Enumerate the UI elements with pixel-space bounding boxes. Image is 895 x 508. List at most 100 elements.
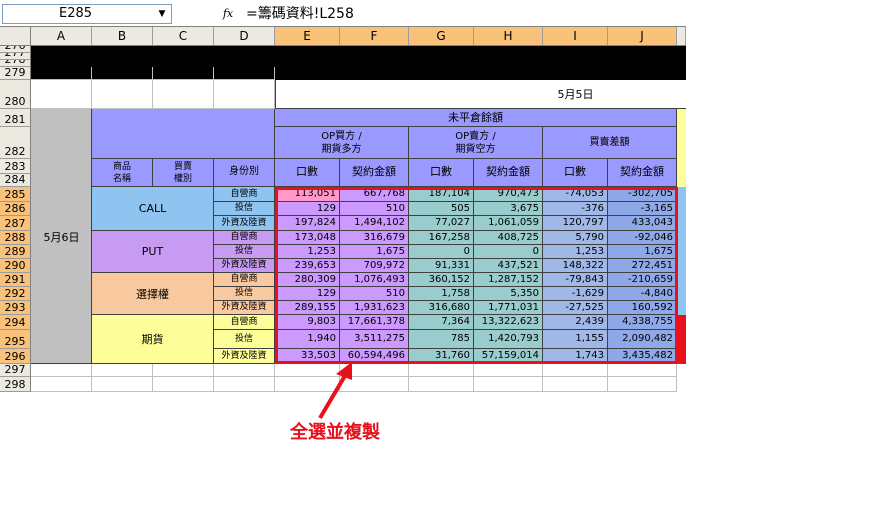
identity-cell: 投信 bbox=[214, 245, 275, 259]
date-top-label: 5月5日 bbox=[557, 88, 594, 101]
identity-cell: 自營商 bbox=[214, 273, 275, 287]
select-all-corner[interactable] bbox=[0, 27, 31, 46]
row-header-289[interactable]: 289 bbox=[0, 245, 31, 259]
identity-cell: 自營商 bbox=[214, 187, 275, 202]
empty-cell[interactable] bbox=[608, 377, 677, 392]
empty-cell[interactable] bbox=[474, 364, 543, 377]
empty-cell[interactable] bbox=[31, 377, 92, 392]
empty-cell[interactable] bbox=[409, 377, 474, 392]
row-header-282[interactable]: 282 bbox=[0, 127, 31, 159]
row-header-278[interactable]: 278 bbox=[0, 60, 31, 67]
row-header-287[interactable]: 287 bbox=[0, 216, 31, 231]
empty-cell[interactable] bbox=[31, 80, 92, 109]
col-amount-header: 契約金額 bbox=[340, 159, 409, 187]
empty-cell[interactable] bbox=[31, 364, 92, 377]
empty-cell[interactable] bbox=[214, 80, 275, 109]
identity-cell: 自營商 bbox=[214, 315, 275, 330]
column-header-h[interactable]: H bbox=[474, 27, 543, 46]
row-header-281[interactable]: 281 bbox=[0, 109, 31, 127]
row-header-297[interactable]: 297 bbox=[0, 364, 31, 377]
date-left-label: 5月6日 bbox=[43, 231, 80, 244]
name-box[interactable]: E285 bbox=[2, 4, 172, 24]
col-amount-header: 契約金額 bbox=[474, 159, 543, 187]
col-qty-header: 口數 bbox=[409, 159, 474, 187]
identity-cell: 自營商 bbox=[214, 231, 275, 245]
identity-cell: 投信 bbox=[214, 330, 275, 349]
empty-cell[interactable] bbox=[214, 364, 275, 377]
col-k-cell bbox=[677, 349, 686, 364]
row-header-276[interactable]: 276 bbox=[0, 46, 31, 53]
col-amount-header: 契約金額 bbox=[608, 159, 677, 187]
empty-cell[interactable] bbox=[474, 377, 543, 392]
col-qty-header: 口數 bbox=[543, 159, 608, 187]
col-k-cell bbox=[677, 301, 686, 315]
product-cell-1: PUT bbox=[92, 231, 214, 273]
column-header-d[interactable]: D bbox=[214, 27, 275, 46]
col-qty-header: 口數 bbox=[275, 159, 340, 187]
row-header-291[interactable]: 291 bbox=[0, 273, 31, 287]
identity-cell: 外資及陸資 bbox=[214, 216, 275, 231]
group-header-buy: OP買方 / 期貨多方 bbox=[275, 127, 409, 159]
row-header-292[interactable]: 292 bbox=[0, 287, 31, 301]
row-header-295[interactable]: 295 bbox=[0, 330, 31, 349]
row-header-290[interactable]: 290 bbox=[0, 259, 31, 273]
row-header-296[interactable]: 296 bbox=[0, 349, 31, 364]
row-header-288[interactable]: 288 bbox=[0, 231, 31, 245]
empty-cell[interactable] bbox=[214, 67, 275, 80]
col-k-cell bbox=[677, 231, 686, 245]
identity-cell: 外資及陸資 bbox=[214, 301, 275, 315]
column-header-f[interactable]: F bbox=[340, 27, 409, 46]
empty-cell[interactable] bbox=[608, 364, 677, 377]
row-header-286[interactable]: 286 bbox=[0, 202, 31, 216]
column-header-i[interactable]: I bbox=[543, 27, 608, 46]
empty-cell[interactable] bbox=[153, 377, 214, 392]
row-header-293[interactable]: 293 bbox=[0, 301, 31, 315]
empty-cell[interactable] bbox=[409, 364, 474, 377]
empty-cell[interactable] bbox=[153, 67, 214, 80]
name-box-dropdown-icon[interactable]: ▼ bbox=[152, 4, 172, 24]
row-header-284[interactable]: 284 bbox=[0, 174, 31, 187]
empty-cell[interactable] bbox=[153, 80, 214, 109]
column-header-next[interactable] bbox=[677, 27, 686, 46]
row-header-283[interactable]: 283 bbox=[0, 159, 31, 174]
empty-cell[interactable] bbox=[92, 67, 153, 80]
product-cell-3: 期貨 bbox=[92, 315, 214, 364]
row-header-294[interactable]: 294 bbox=[0, 315, 31, 330]
date-row bbox=[275, 80, 686, 109]
empty-cell[interactable] bbox=[543, 377, 608, 392]
col-k-cell bbox=[677, 287, 686, 301]
column-header-j[interactable]: J bbox=[608, 27, 677, 46]
row-header-277[interactable]: 277 bbox=[0, 53, 31, 60]
product-cell-0: CALL bbox=[92, 187, 214, 231]
empty-cell[interactable] bbox=[153, 364, 214, 377]
col-k-strip bbox=[677, 109, 686, 187]
header-blank-block bbox=[92, 109, 275, 159]
col-k-cell bbox=[677, 315, 686, 330]
row-header-279[interactable]: 279 bbox=[0, 67, 31, 80]
group-header-diff: 買賣差額 bbox=[543, 127, 677, 159]
column-header-g[interactable]: G bbox=[409, 27, 474, 46]
empty-cell[interactable] bbox=[31, 67, 92, 80]
column-header-c[interactable]: C bbox=[153, 27, 214, 46]
product-cell-2: 選擇權 bbox=[92, 273, 214, 315]
empty-cell[interactable] bbox=[543, 364, 608, 377]
formula-input[interactable]: =籌碼資料!L258 bbox=[246, 4, 676, 24]
empty-cell[interactable] bbox=[92, 364, 153, 377]
empty-cell[interactable] bbox=[92, 377, 153, 392]
column-header-a[interactable]: A bbox=[31, 27, 92, 46]
empty-cell[interactable] bbox=[214, 377, 275, 392]
column-header-e[interactable]: E bbox=[275, 27, 340, 46]
row-header-298[interactable]: 298 bbox=[0, 377, 31, 392]
identity-cell: 外資及陸資 bbox=[214, 349, 275, 364]
col-product-header: 商品 名稱 bbox=[92, 159, 153, 187]
insert-function-icon[interactable]: fx bbox=[218, 4, 238, 24]
col-identity-header: 身份別 bbox=[214, 159, 275, 187]
row-header-280[interactable]: 280 bbox=[0, 80, 31, 109]
col-k-cell bbox=[677, 259, 686, 273]
row-header-285[interactable]: 285 bbox=[0, 187, 31, 202]
column-header-b[interactable]: B bbox=[92, 27, 153, 46]
col-side-header: 買賣 權別 bbox=[153, 159, 214, 187]
empty-cell[interactable] bbox=[92, 80, 153, 109]
annotation-text: 全選並複製 bbox=[290, 422, 380, 443]
col-k-cell bbox=[677, 245, 686, 259]
